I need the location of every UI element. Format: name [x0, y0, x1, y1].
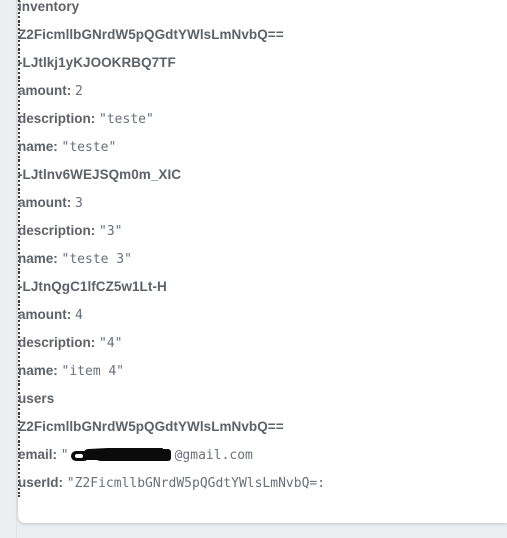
leaf-key: name:	[18, 139, 62, 154]
users-children: Z2FicmllbGNrdW5pQGdtYWlsLmNvbQ== email: …	[18, 413, 507, 497]
leaf-key: userId:	[18, 475, 67, 490]
leaf-value-prefix: "	[60, 448, 69, 463]
leaf-value: "teste"	[61, 140, 117, 155]
item-leaves: amount: 3 description: "3" name: "teste …	[18, 189, 507, 273]
redaction-scribble	[69, 448, 175, 461]
leaf-key: description:	[18, 111, 100, 126]
user-leaves: email: " @gmail.com userId: "Z2FicmllbGN…	[18, 441, 507, 497]
tree-node-label: users	[18, 391, 55, 406]
database-tree-panel: inventory Z2FicmllbGNrdW5pQGdtYWlsLmNvbQ…	[18, 0, 507, 523]
leaf-value: "Z2FicmllbGNrdW5pQGdtYWlsLmNvbQ=:	[66, 476, 326, 491]
leaf-key: amount:	[18, 307, 75, 322]
item-leaves: amount: 2 description: "teste" name: "te…	[18, 77, 507, 161]
leaf-key: name:	[18, 363, 62, 378]
tree-leaf-row[interactable]: amount: 2	[18, 77, 507, 105]
leaf-value: 2	[75, 84, 83, 99]
leaf-value-suffix: @gmail.com	[174, 448, 253, 463]
leaf-value: "teste 3"	[61, 252, 132, 267]
left-gutter	[0, 0, 17, 538]
tree-row-inventory[interactable]: inventory	[18, 0, 507, 21]
leaf-value: "teste"	[99, 112, 154, 127]
root-children-inventory: inventory Z2FicmllbGNrdW5pQGdtYWlsLmNvbQ…	[18, 0, 507, 497]
leaf-key: description:	[18, 335, 100, 350]
tree-node-label: -LJtnQgC1lfCZ5w1Lt-H	[18, 279, 167, 294]
tree-node-label: inventory	[18, 0, 80, 14]
leaf-value: 4	[75, 308, 83, 323]
tree-row-inventory-user[interactable]: Z2FicmllbGNrdW5pQGdtYWlsLmNvbQ==	[18, 21, 507, 49]
tree-leaf-row[interactable]: name: "item 4"	[18, 357, 507, 385]
tree-leaf-row[interactable]: description: "3"	[18, 217, 507, 245]
leaf-value: "3"	[99, 224, 123, 239]
tree-leaf-row[interactable]: description: "4"	[18, 329, 507, 357]
leaf-key: description:	[18, 223, 100, 238]
inventory-user-children: -LJtlkj1yKJOOKRBQ7TF amount: 2 descripti…	[18, 49, 507, 385]
leaf-value: 3	[75, 196, 83, 211]
leaf-key: amount:	[18, 83, 75, 98]
tree-leaf-row-email[interactable]: email: " @gmail.com	[18, 441, 507, 469]
leaf-key: amount:	[18, 195, 75, 210]
tree-node-label: Z2FicmllbGNrdW5pQGdtYWlsLmNvbQ==	[18, 27, 284, 42]
tree-leaf-row[interactable]: name: "teste"	[18, 133, 507, 161]
tree-leaf-row[interactable]: amount: 3	[18, 189, 507, 217]
tree-node-label: -LJtlnv6WEJSQm0m_XIC	[18, 167, 182, 182]
tree-leaf-row[interactable]: amount: 4	[18, 301, 507, 329]
tree-node-label: Z2FicmllbGNrdW5pQGdtYWlsLmNvbQ==	[18, 419, 284, 434]
tree-leaf-row[interactable]: description: "teste"	[18, 105, 507, 133]
tree-row-users[interactable]: users	[18, 385, 507, 413]
leaf-value: "4"	[99, 336, 123, 351]
tree-scroll-area[interactable]: inventory Z2FicmllbGNrdW5pQGdtYWlsLmNvbQ…	[18, 0, 507, 504]
inventory-children: Z2FicmllbGNrdW5pQGdtYWlsLmNvbQ== -LJtlkj…	[18, 21, 507, 385]
leaf-key: email:	[18, 447, 61, 462]
item-leaves: amount: 4 description: "4" name: "item 4…	[18, 301, 507, 385]
tree-leaf-row-userid[interactable]: userId: "Z2FicmllbGNrdW5pQGdtYWlsLmNvbQ=…	[18, 469, 507, 497]
leaf-value: "item 4"	[61, 364, 125, 379]
tree-row-item[interactable]: -LJtlkj1yKJOOKRBQ7TF	[18, 49, 507, 77]
tree-leaf-row[interactable]: name: "teste 3"	[18, 245, 507, 273]
leaf-key: name:	[18, 251, 62, 266]
tree-node-inventory: inventory Z2FicmllbGNrdW5pQGdtYWlsLmNvbQ…	[18, 0, 507, 497]
tree-row-users-user[interactable]: Z2FicmllbGNrdW5pQGdtYWlsLmNvbQ==	[18, 413, 507, 441]
tree-node-label: -LJtlkj1yKJOOKRBQ7TF	[18, 55, 176, 70]
tree-row-item[interactable]: -LJtlnv6WEJSQm0m_XIC	[18, 161, 507, 189]
screen: inventory Z2FicmllbGNrdW5pQGdtYWlsLmNvbQ…	[0, 0, 507, 538]
tree-row-item[interactable]: -LJtnQgC1lfCZ5w1Lt-H	[18, 273, 507, 301]
tree-root: inventory Z2FicmllbGNrdW5pQGdtYWlsLmNvbQ…	[18, 0, 507, 497]
